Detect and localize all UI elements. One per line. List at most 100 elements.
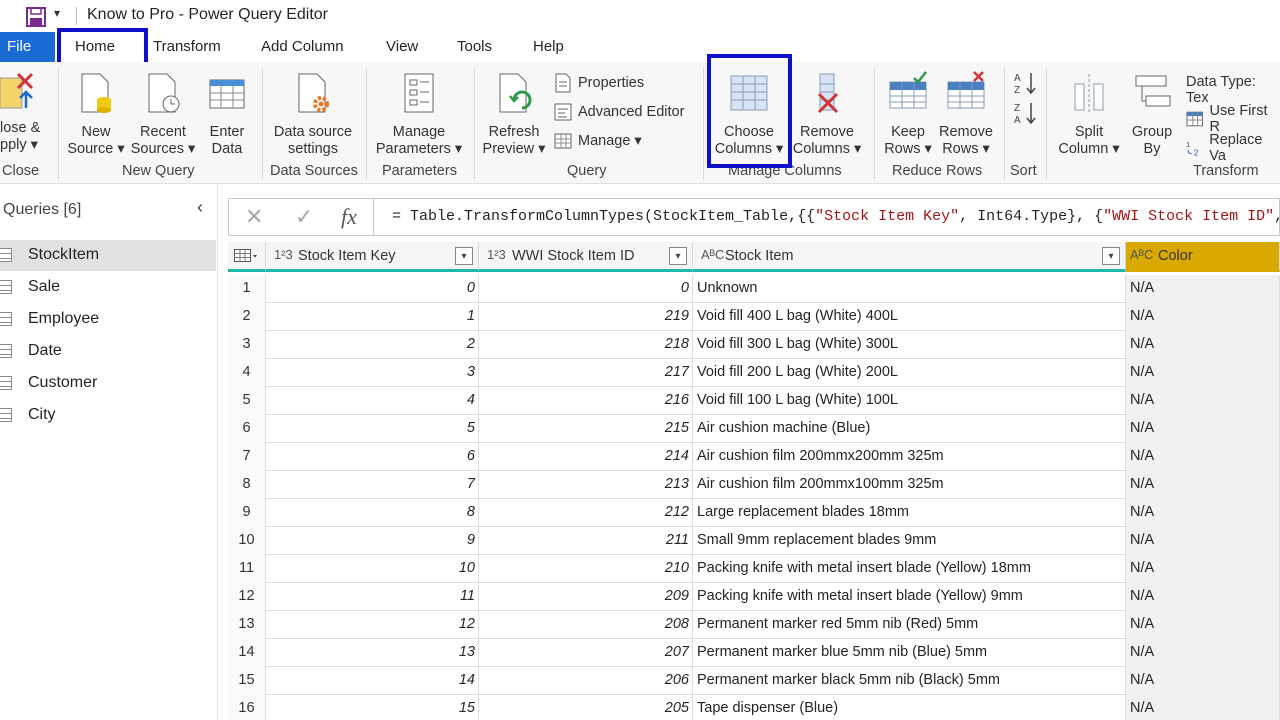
stock-item-cell[interactable]: Unknown [693, 275, 1126, 303]
table-row[interactable]: 12 11 209 Packing knife with metal insert b… [228, 583, 1280, 611]
wwi-stock-item-id-cell[interactable]: 212 [479, 499, 693, 527]
collapse-pane-icon[interactable]: ‹ [197, 197, 203, 218]
stock-item-cell[interactable]: Packing knife with metal insert blade (Y… [693, 583, 1126, 611]
cancel-icon[interactable]: ✕ [245, 204, 263, 230]
wwi-stock-item-id-cell[interactable]: 214 [479, 443, 693, 471]
table-row[interactable]: 13 12 208 Permanent marker red 5mm nib (Red… [228, 611, 1280, 639]
formula-input[interactable]: = Table.TransformColumnTypes(StockItem_T… [392, 208, 1280, 225]
stock-item-key-cell[interactable]: 8 [266, 499, 479, 527]
manage-button[interactable]: Manage ▾ [554, 132, 642, 150]
table-menu-button[interactable] [228, 242, 266, 272]
color-cell[interactable]: N/A [1126, 695, 1280, 720]
wwi-stock-item-id-cell[interactable]: 0 [479, 275, 693, 303]
stock-item-cell[interactable]: Large replacement blades 18mm [693, 499, 1126, 527]
save-icon[interactable] [26, 7, 46, 27]
stock-item-key-cell[interactable]: 9 [266, 527, 479, 555]
column-header-color[interactable]: AᴮC Color [1126, 242, 1280, 272]
enter-data-button[interactable]: Enter Data [200, 70, 254, 158]
color-cell[interactable]: N/A [1126, 387, 1280, 415]
stock-item-cell[interactable]: Void fill 200 L bag (White) 200L [693, 359, 1126, 387]
table-row[interactable]: 4 3 217 Void fill 200 L bag (White) 200L N/A [228, 359, 1280, 387]
table-row[interactable]: 11 10 210 Packing knife with metal insert b… [228, 555, 1280, 583]
data-source-settings-button[interactable]: Data source settings [268, 70, 358, 158]
split-column-button[interactable]: Split Column ▾ [1054, 70, 1124, 158]
data-type-dropdown[interactable]: Data Type: Tex [1186, 74, 1280, 106]
stock-item-cell[interactable]: Air cushion film 200mmx100mm 325m [693, 471, 1126, 499]
new-source-button[interactable]: New Source ▾ [64, 70, 128, 158]
color-cell[interactable]: N/A [1126, 331, 1280, 359]
table-row[interactable]: 8 7 213 Air cushion film 200mmx100mm 325m N/… [228, 471, 1280, 499]
query-item-sale[interactable]: Sale [0, 272, 216, 303]
table-row[interactable]: 2 1 219 Void fill 400 L bag (White) 400L N/A [228, 303, 1280, 331]
wwi-stock-item-id-cell[interactable]: 219 [479, 303, 693, 331]
table-row[interactable]: 16 15 205 Tape dispenser (Blue) N/A [228, 695, 1280, 720]
stock-item-key-cell[interactable]: 11 [266, 583, 479, 611]
wwi-stock-item-id-cell[interactable]: 215 [479, 415, 693, 443]
stock-item-key-cell[interactable]: 3 [266, 359, 479, 387]
stock-item-cell[interactable]: Void fill 300 L bag (White) 300L [693, 331, 1126, 359]
text-type-icon[interactable]: AᴮC [1130, 247, 1153, 262]
table-row[interactable]: 6 5 215 Air cushion machine (Blue) N/A [228, 415, 1280, 443]
use-first-row-button[interactable]: Use First R [1186, 103, 1280, 135]
wwi-stock-item-id-cell[interactable]: 216 [479, 387, 693, 415]
wwi-stock-item-id-cell[interactable]: 211 [479, 527, 693, 555]
group-by-button[interactable]: Group By [1126, 70, 1178, 158]
text-type-icon[interactable]: AᴮC [701, 247, 724, 262]
stock-item-cell[interactable]: Air cushion film 200mmx200mm 325m [693, 443, 1126, 471]
wwi-stock-item-id-cell[interactable]: 207 [479, 639, 693, 667]
properties-button[interactable]: Properties [554, 73, 644, 93]
stock-item-key-cell[interactable]: 5 [266, 415, 479, 443]
stock-item-key-cell[interactable]: 13 [266, 639, 479, 667]
color-cell[interactable]: N/A [1126, 499, 1280, 527]
tab-view[interactable]: View [386, 38, 418, 55]
wwi-stock-item-id-cell[interactable]: 210 [479, 555, 693, 583]
table-row[interactable]: 5 4 216 Void fill 100 L bag (White) 100L N/A [228, 387, 1280, 415]
query-item-employee[interactable]: Employee [0, 304, 216, 335]
stock-item-key-cell[interactable]: 6 [266, 443, 479, 471]
filter-dropdown-icon[interactable]: ▾ [1102, 247, 1120, 265]
sort-descending-icon[interactable]: Z A [1014, 100, 1038, 126]
color-cell[interactable]: N/A [1126, 471, 1280, 499]
column-header-stock-item[interactable]: AᴮC Stock Item ▾ [693, 242, 1126, 272]
file-menu[interactable]: File [0, 32, 55, 62]
color-cell[interactable]: N/A [1126, 583, 1280, 611]
wwi-stock-item-id-cell[interactable]: 213 [479, 471, 693, 499]
stock-item-key-cell[interactable]: 10 [266, 555, 479, 583]
query-item-stockitem[interactable]: StockItem [0, 240, 216, 271]
stock-item-cell[interactable]: Void fill 100 L bag (White) 100L [693, 387, 1126, 415]
color-cell[interactable]: N/A [1126, 611, 1280, 639]
stock-item-cell[interactable]: Permanent marker blue 5mm nib (Blue) 5mm [693, 639, 1126, 667]
color-cell[interactable]: N/A [1126, 415, 1280, 443]
stock-item-key-cell[interactable]: 2 [266, 331, 479, 359]
query-item-date[interactable]: Date [0, 336, 216, 367]
stock-item-key-cell[interactable]: 15 [266, 695, 479, 720]
stock-item-key-cell[interactable]: 4 [266, 387, 479, 415]
color-cell[interactable]: N/A [1126, 443, 1280, 471]
column-header-wwi-stock-item-id[interactable]: 1²3 WWI Stock Item ID ▾ [479, 242, 693, 272]
keep-rows-button[interactable]: Keep Rows ▾ [880, 70, 936, 158]
manage-parameters-button[interactable]: Manage Parameters ▾ [372, 70, 466, 158]
table-row[interactable]: 1 0 0 Unknown N/A [228, 275, 1280, 303]
query-item-city[interactable]: City [0, 400, 216, 431]
wwi-stock-item-id-cell[interactable]: 205 [479, 695, 693, 720]
stock-item-key-cell[interactable]: 7 [266, 471, 479, 499]
whole-number-type-icon[interactable]: 1²3 [274, 247, 293, 262]
color-cell[interactable]: N/A [1126, 359, 1280, 387]
commit-icon[interactable]: ✓ [295, 204, 313, 230]
table-row[interactable]: 3 2 218 Void fill 300 L bag (White) 300L N/A [228, 331, 1280, 359]
tab-add-column[interactable]: Add Column [261, 38, 344, 55]
stock-item-cell[interactable]: Tape dispenser (Blue) [693, 695, 1126, 720]
filter-dropdown-icon[interactable]: ▾ [669, 247, 687, 265]
close-apply-button[interactable]: lose & pply ▾ [0, 70, 50, 154]
wwi-stock-item-id-cell[interactable]: 218 [479, 331, 693, 359]
remove-columns-button[interactable]: Remove Columns ▾ [790, 70, 864, 158]
refresh-preview-button[interactable]: Refresh Preview ▾ [480, 70, 548, 158]
wwi-stock-item-id-cell[interactable]: 208 [479, 611, 693, 639]
color-cell[interactable]: N/A [1126, 275, 1280, 303]
query-item-customer[interactable]: Customer [0, 368, 216, 399]
stock-item-key-cell[interactable]: 1 [266, 303, 479, 331]
stock-item-key-cell[interactable]: 0 [266, 275, 479, 303]
stock-item-key-cell[interactable]: 12 [266, 611, 479, 639]
advanced-editor-button[interactable]: Advanced Editor [554, 102, 684, 122]
table-row[interactable]: 14 13 207 Permanent marker blue 5mm nib (Bl… [228, 639, 1280, 667]
